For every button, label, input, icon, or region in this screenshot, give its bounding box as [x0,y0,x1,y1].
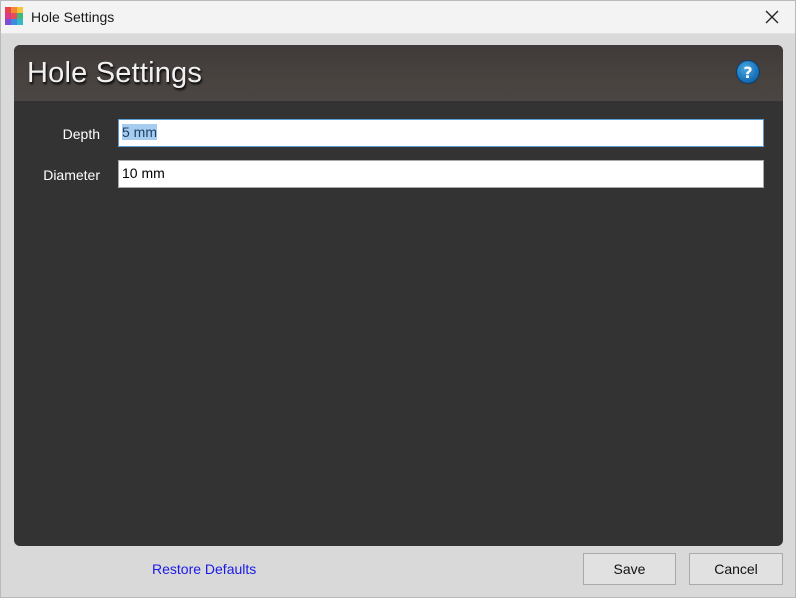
cancel-button[interactable]: Cancel [689,553,783,585]
save-button[interactable]: Save [583,553,676,585]
window-title: Hole Settings [31,9,115,25]
close-icon [765,10,779,24]
diameter-label: Diameter [43,167,100,183]
close-button[interactable] [749,1,795,33]
restore-defaults-link[interactable]: Restore Defaults [152,561,256,577]
depth-label: Depth [62,126,100,142]
settings-panel: Hole Settings ? Depth 5 mm Diameter 10 m… [14,45,783,546]
app-icon [5,7,23,25]
diameter-value: 10 mm [122,165,165,181]
dialog-window: Hole Settings Hole Settings ? Depth 5 mm… [0,0,796,598]
depth-value: 5 mm [122,124,157,140]
panel-header: Hole Settings ? [14,45,783,101]
depth-field[interactable]: 5 mm [118,119,764,147]
page-title: Hole Settings [27,57,203,89]
title-bar: Hole Settings [1,1,795,34]
help-icon[interactable]: ? [736,60,760,84]
diameter-field[interactable]: 10 mm [118,160,764,188]
